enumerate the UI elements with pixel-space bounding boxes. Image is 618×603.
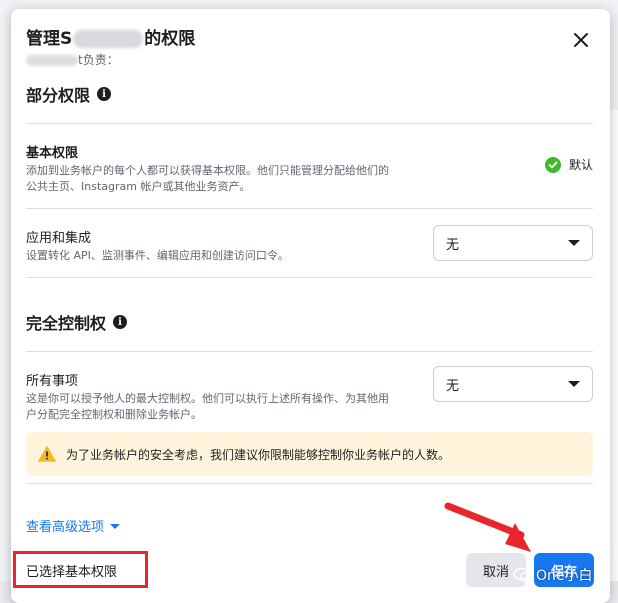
apps-integrations-row: 应用和集成 设置转化 API、监测事件、编辑应用和创建访问口令。 无 <box>26 209 593 277</box>
redacted-name <box>73 30 144 48</box>
desc-line: 添加到业务帐户的每个人都可以获得基本权限。他们只能管理分配给他们的 <box>26 164 389 177</box>
select-value: 无 <box>446 237 460 253</box>
redacted-subtitle <box>26 55 78 66</box>
security-warning: 为了业务帐户的安全考虑，我们建议你限制能够控制你业务帐户的人数。 <box>26 432 593 476</box>
desc-line: 公共主页、Instagram 帐户或其他业务资产。 <box>26 180 251 193</box>
permissions-dialog: 管理S 的权限 t负责： 部分权限 i 基本权限 添加到业务帐户的每个人都可以获得… <box>11 9 610 603</box>
basic-permission-title: 基本权限 <box>26 146 79 161</box>
basic-permission-row: 基本权限 添加到业务帐户的每个人都可以获得基本权限。他们只能管理分配给他们的 公… <box>26 124 593 208</box>
view-advanced-options-link[interactable]: 查看高级选项 <box>26 516 121 535</box>
advanced-label: 查看高级选项 <box>26 520 105 535</box>
info-icon[interactable]: i <box>97 87 112 101</box>
caret-down-icon <box>568 381 580 387</box>
dialog-header: 管理S 的权限 t负责： <box>26 21 595 71</box>
subtitle-suffix: t负责： <box>78 53 119 67</box>
dialog-subtitle: t负责： <box>26 51 119 68</box>
section-heading-text: 部分权限 <box>26 86 91 105</box>
divider <box>26 483 593 484</box>
default-label: 默认 <box>568 158 593 172</box>
caret-down-icon <box>568 240 580 246</box>
all-tasks-row: 所有事项 这是你可以授予他人的最大控制权。他们可以执行上述所有操作、为其他用 户… <box>26 352 593 422</box>
default-badge: 默认 <box>544 156 593 173</box>
chevron-down-icon <box>110 524 121 529</box>
close-icon <box>574 33 588 47</box>
title-prefix: 管理S <box>26 29 73 49</box>
wechat-icon <box>513 567 533 583</box>
watermark-text: One小白 <box>536 568 593 584</box>
watermark: One小白 <box>513 565 593 585</box>
close-button[interactable] <box>570 29 592 51</box>
partial-permissions-heading: 部分权限 i <box>26 82 593 106</box>
desc-line: 户分配完全控制权和删除业务帐户。 <box>26 408 202 421</box>
warning-icon <box>38 446 56 462</box>
section-heading-text: 完全控制权 <box>26 314 107 333</box>
dialog-content: 部分权限 i 基本权限 添加到业务帐户的每个人都可以获得基本权限。他们只能管理分… <box>26 71 593 422</box>
title-suffix: 的权限 <box>144 29 196 49</box>
info-icon[interactable]: i <box>113 315 128 329</box>
full-control-heading: 完全控制权 i <box>26 310 593 334</box>
basic-permission-desc: 添加到业务帐户的每个人都可以获得基本权限。他们只能管理分配给他们的 公共主页、I… <box>26 163 593 195</box>
dialog-title: 管理S 的权限 <box>26 24 195 49</box>
check-circle-icon <box>544 156 561 173</box>
select-value: 无 <box>446 378 460 394</box>
annotation-highlight-box <box>13 551 148 588</box>
divider <box>26 277 593 278</box>
full-control-select[interactable]: 无 <box>433 366 593 402</box>
apps-permission-select[interactable]: 无 <box>433 225 593 261</box>
warning-text: 为了业务帐户的安全考虑，我们建议你限制能够控制你业务帐户的人数。 <box>66 447 451 462</box>
